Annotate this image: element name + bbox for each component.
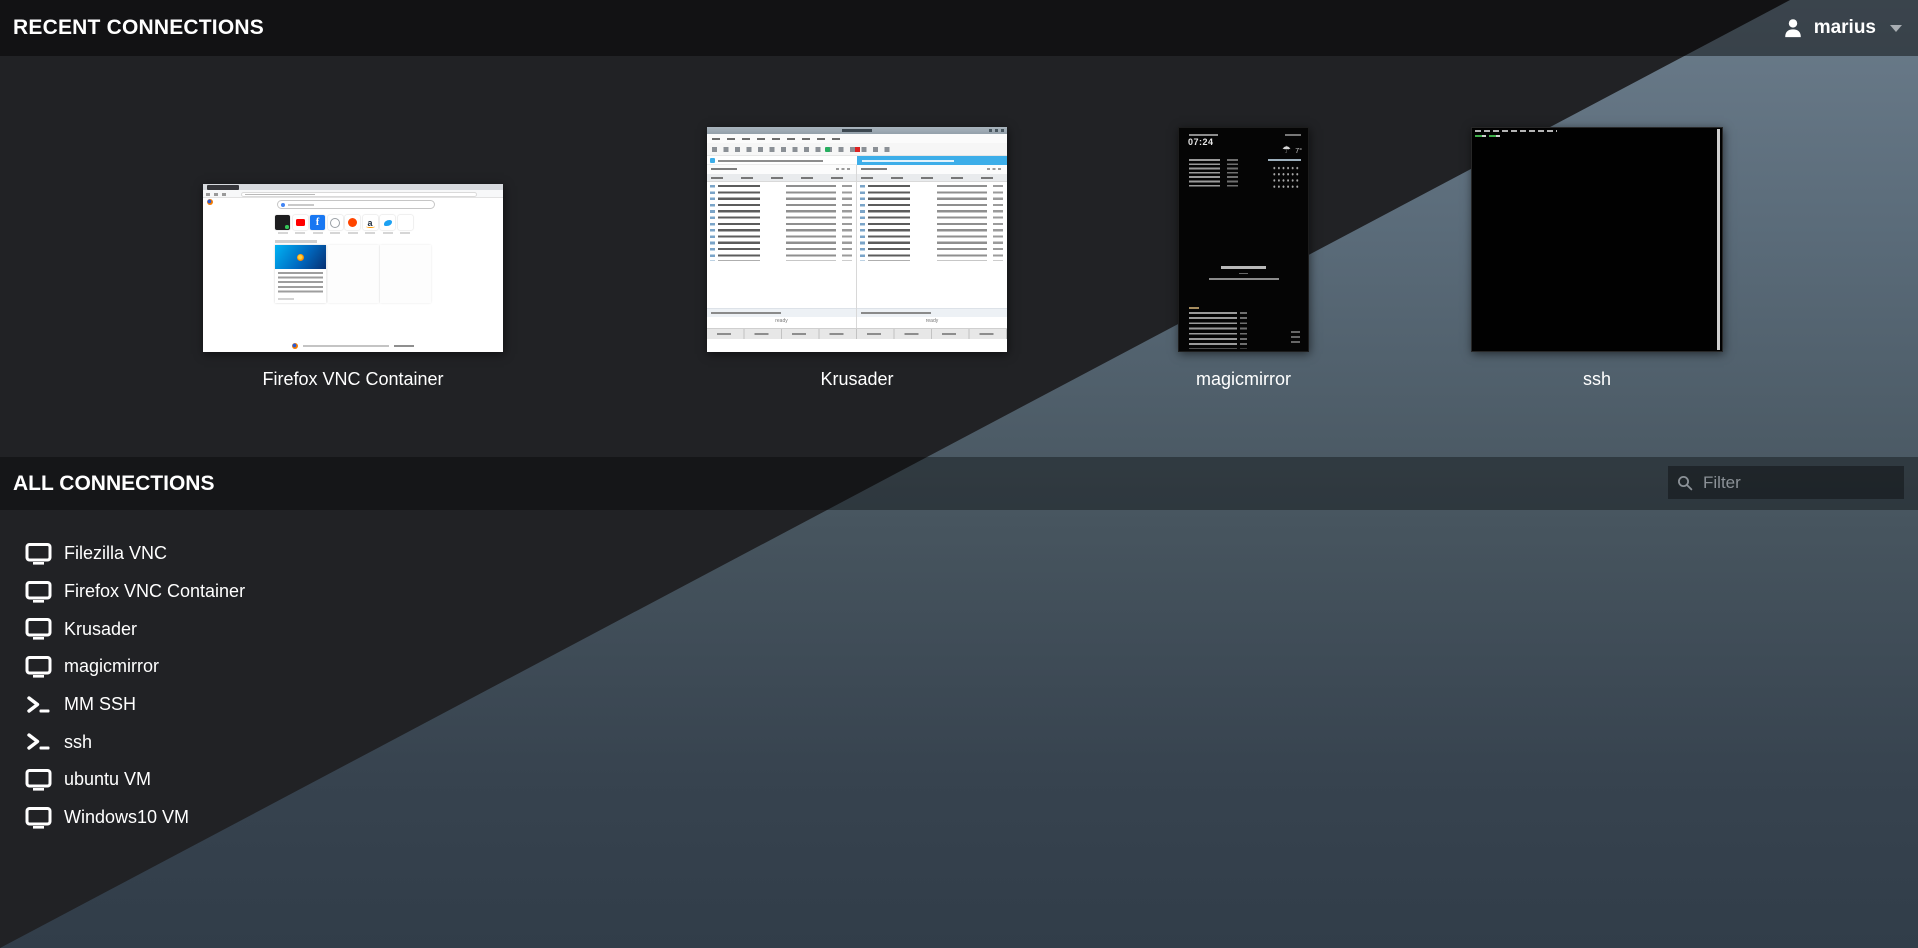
weather-forecast-grid (1272, 165, 1300, 191)
guacamole-home-screen: RECENT CONNECTIONS marius f (0, 0, 1918, 948)
terminal-icon (25, 694, 52, 716)
monitor-icon (25, 581, 52, 603)
window-title-bar (707, 127, 1007, 134)
list-item-windows10-vm[interactable]: Windows10 VM (0, 799, 245, 837)
twitter-tile (380, 215, 395, 230)
calendar-events (1189, 159, 1220, 189)
recent-connection-ssh[interactable]: ssh (1471, 127, 1723, 352)
youtube-tile (293, 215, 308, 230)
connection-label: magicmirror (1178, 369, 1309, 390)
terminal-prompt-line (1475, 135, 1502, 138)
news-feed (1189, 312, 1237, 349)
left-path-bar (707, 156, 857, 165)
connection-label: Krusader (707, 369, 1007, 390)
toolbar (707, 143, 1007, 156)
firefox-logo-icon (207, 199, 213, 205)
user-icon (1782, 17, 1804, 39)
filter-input[interactable] (1701, 472, 1895, 494)
monitor-icon (25, 618, 52, 640)
user-name: marius (1814, 17, 1876, 39)
pocket-card (380, 245, 431, 303)
status-text: ready (707, 318, 856, 324)
chevron-down-icon (1890, 25, 1902, 32)
left-file-pane: ready (707, 165, 857, 328)
search-icon (1677, 475, 1693, 491)
list-item-ubuntu-vm[interactable]: ubuntu VM (0, 761, 245, 799)
compliment-text (1179, 266, 1308, 280)
shortcut-tiles: f a (275, 215, 413, 234)
menu-bar (707, 134, 1007, 143)
list-item-magicmirror[interactable]: magicmirror (0, 648, 245, 686)
connection-label: Firefox VNC Container (203, 369, 503, 390)
function-key-buttons (707, 328, 1007, 339)
status-text: ready (857, 318, 1007, 324)
pocket-card (328, 245, 379, 303)
filter-box (1668, 466, 1904, 499)
reddit-tile (345, 215, 360, 230)
page-title: RECENT CONNECTIONS (13, 0, 264, 56)
connection-label: ssh (1471, 369, 1723, 390)
list-item-mm-ssh[interactable]: MM SSH (0, 686, 245, 724)
pocket-section-label (275, 240, 317, 243)
recent-connection-krusader[interactable]: ready ready Krusader (707, 127, 1007, 352)
list-item-krusader[interactable]: Krusader (0, 610, 245, 648)
terminal-tile (275, 215, 290, 230)
list-item-ssh[interactable]: ssh (0, 723, 245, 761)
connection-thumbnail-krusader: ready ready (707, 127, 1007, 352)
pocket-card (275, 245, 326, 303)
connection-thumbnail-ssh (1471, 127, 1723, 352)
monitor-icon (25, 769, 52, 791)
terminal-text-line (1475, 130, 1557, 132)
page-footer (203, 340, 503, 352)
connection-list: Filezilla VNC Firefox VNC Container Krus… (0, 535, 245, 837)
recent-connection-magicmirror[interactable]: 07:24 ☂ 7° magicmirror (1178, 127, 1309, 352)
amazon-tile: a (363, 215, 378, 230)
right-file-pane: ready (857, 165, 1007, 328)
connection-thumbnail-firefox: f a (203, 184, 503, 352)
umbrella-icon: ☂ (1282, 145, 1291, 156)
recent-connection-firefox-vnc-container[interactable]: f a Firefox VNC Container (203, 127, 503, 352)
scrollbar (1717, 129, 1720, 350)
empty-tile (398, 215, 413, 230)
search-bar (277, 200, 435, 209)
user-menu[interactable]: marius (1782, 0, 1902, 56)
temperature-text: 7° (1295, 148, 1302, 155)
monitor-icon (25, 656, 52, 678)
all-connections-bar: ALL CONNECTIONS (0, 457, 1918, 510)
monitor-icon (25, 543, 52, 565)
facebook-tile: f (310, 215, 325, 230)
monitor-icon (25, 807, 52, 829)
url-bar (241, 192, 477, 197)
section-title: ALL CONNECTIONS (13, 457, 214, 510)
top-bar: RECENT CONNECTIONS marius (0, 0, 1918, 56)
list-item-filezilla-vnc[interactable]: Filezilla VNC (0, 535, 245, 573)
clock-text: 07:24 (1188, 137, 1214, 147)
browser-toolbar (203, 190, 503, 198)
wikipedia-tile (328, 215, 343, 230)
connection-thumbnail-magicmirror: 07:24 ☂ 7° (1178, 127, 1309, 352)
list-item-firefox-vnc-container[interactable]: Firefox VNC Container (0, 573, 245, 611)
terminal-icon (25, 731, 52, 753)
right-path-bar-active (857, 156, 1007, 165)
